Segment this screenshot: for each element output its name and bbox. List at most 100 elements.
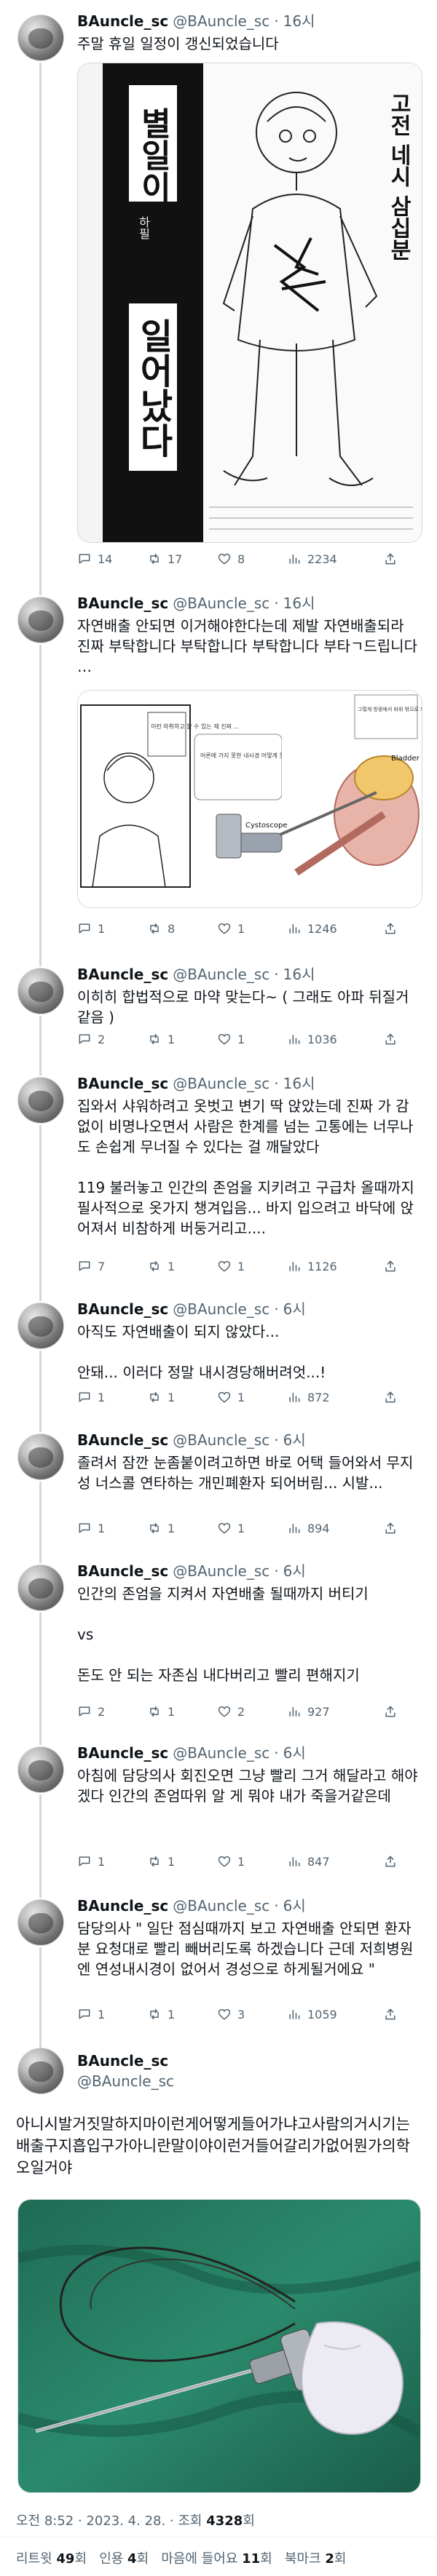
reply-count: 1 — [98, 1390, 106, 1404]
view-count: 1036 — [307, 1032, 337, 1046]
tweet-image[interactable]: 별일이 일어났다 하필 고전 네시 삼십분 — [77, 63, 422, 543]
retweet-button[interactable]: 1 — [147, 1032, 175, 1046]
like-button[interactable]: 1 — [217, 1854, 245, 1869]
avatar[interactable] — [17, 1303, 64, 1349]
tweet-2[interactable]: BAuncle_sc @BAuncle_sc · 16시 자연배출 안되면 이거해야한… — [0, 582, 437, 966]
author-name[interactable]: BAuncle_sc — [77, 1300, 168, 1318]
tweet-actions: 2 1 1 1036 — [77, 1032, 420, 1051]
author-name[interactable]: BAuncle_sc — [77, 1897, 168, 1915]
share-button[interactable] — [383, 2007, 398, 2022]
avatar[interactable] — [17, 1565, 64, 1611]
avatar[interactable] — [17, 2048, 64, 2094]
retweet-button[interactable]: 1 — [147, 1259, 175, 1273]
reply-button[interactable]: 1 — [77, 2007, 105, 2022]
avatar[interactable] — [17, 1434, 64, 1480]
tweet-header: BAuncle_sc @BAuncle_sc · 16시 — [77, 965, 315, 984]
tweet-time[interactable]: 16시 — [283, 966, 315, 983]
avatar[interactable] — [17, 1077, 64, 1124]
tweet-5[interactable]: BAuncle_sc @BAuncle_sc · 6시 아직도 자연배출이 되지 않았… — [0, 1288, 437, 1432]
author-name[interactable]: BAuncle_sc — [77, 1075, 168, 1092]
tweet-time[interactable]: 6시 — [283, 1300, 306, 1318]
tweet-time[interactable]: 16시 — [283, 1075, 315, 1092]
share-button[interactable] — [383, 1521, 398, 1535]
tweet-actions: 1 8 1 1246 — [77, 921, 420, 940]
tweet-time[interactable]: 6시 — [283, 1744, 306, 1762]
reply-button[interactable]: 1 — [77, 1521, 105, 1535]
reply-button[interactable]: 1 — [77, 1854, 105, 1869]
like-button[interactable]: 1 — [217, 1032, 245, 1046]
retweet-button[interactable]: 1 — [147, 1854, 175, 1869]
author-name[interactable]: BAuncle_sc — [77, 1431, 168, 1449]
endoscope-photo[interactable] — [17, 2199, 421, 2493]
like-button[interactable]: 1 — [217, 1521, 245, 1535]
dot-separator: · — [274, 1431, 279, 1449]
retweet-button[interactable]: 8 — [147, 921, 175, 936]
tweet-9[interactable]: BAuncle_sc @BAuncle_sc · 6시 담당의사 " 일단 점심때까지… — [0, 1885, 437, 2051]
avatar[interactable] — [17, 1899, 64, 1946]
tweet-3[interactable]: BAuncle_sc @BAuncle_sc · 16시 이히히 합법적으로 마약 맞… — [0, 953, 437, 1076]
reply-button[interactable]: 7 — [77, 1259, 105, 1273]
reply-button[interactable]: 1 — [77, 1390, 105, 1404]
share-button[interactable] — [383, 921, 398, 936]
reply-button[interactable]: 2 — [77, 1704, 105, 1719]
quotes-stat[interactable]: 인용 4회 — [99, 2551, 149, 2567]
views-button[interactable]: 927 — [287, 1704, 330, 1719]
author-name[interactable]: BAuncle_sc — [77, 966, 168, 983]
share-button[interactable] — [383, 1854, 398, 1869]
views-button[interactable]: 2234 — [287, 552, 337, 566]
reply-button[interactable]: 2 — [77, 1032, 105, 1046]
author-name[interactable]: BAuncle_sc — [77, 1744, 168, 1762]
retweets-stat[interactable]: 리트윗 49회 — [16, 2551, 87, 2567]
reply-count: 1 — [98, 1521, 106, 1535]
reply-button[interactable]: 14 — [77, 552, 112, 566]
author-name[interactable]: BAuncle_sc — [77, 1562, 168, 1580]
views-button[interactable]: 847 — [287, 1854, 330, 1869]
avatar[interactable] — [17, 597, 64, 643]
tweet-time[interactable]: 16시 — [283, 12, 315, 30]
retweet-button[interactable]: 1 — [147, 2007, 175, 2022]
retweet-button[interactable]: 1 — [147, 1704, 175, 1719]
share-button[interactable] — [383, 1704, 398, 1719]
views-button[interactable]: 894 — [287, 1521, 330, 1535]
tweet-7[interactable]: BAuncle_sc @BAuncle_sc · 6시 인간의 존엄을 지켜서 자연배… — [0, 1550, 437, 1745]
like-button[interactable]: 1 — [217, 1259, 245, 1273]
avatar[interactable] — [17, 15, 64, 61]
author-name[interactable]: BAuncle_sc — [77, 12, 168, 30]
tweet-8[interactable]: BAuncle_sc @BAuncle_sc · 6시 아침에 담당의사 회진오면 그… — [0, 1732, 437, 1898]
tweet-time[interactable]: 6시 — [283, 1431, 306, 1449]
share-button[interactable] — [383, 1032, 398, 1046]
avatar[interactable] — [17, 1746, 64, 1793]
retweet-button[interactable]: 1 — [147, 1521, 175, 1535]
share-button[interactable] — [383, 1390, 398, 1404]
like-button[interactable]: 8 — [217, 552, 245, 566]
tweet-4[interactable]: BAuncle_sc @BAuncle_sc · 16시 집와서 샤워하려고 옷벗고 … — [0, 1062, 437, 1301]
tweet-image[interactable]: 이런 마취하고 할 수 있는 제 진짜 ... 어른에 가지 못한 내시경 어떻… — [77, 690, 422, 908]
retweet-button[interactable]: 17 — [147, 552, 182, 566]
reply-button[interactable]: 1 — [77, 921, 105, 936]
retweets-label: 리트윗 — [16, 2551, 57, 2567]
main-tweet[interactable]: BAuncle_sc @BAuncle_sc 아니시발거짓말하지마이런게어떻게들… — [0, 2038, 437, 2576]
tweet-time[interactable]: 16시 — [283, 595, 315, 612]
views-button[interactable]: 1126 — [287, 1259, 337, 1273]
avatar[interactable] — [17, 968, 64, 1014]
views-button[interactable]: 872 — [287, 1390, 330, 1404]
views-button[interactable]: 1246 — [287, 921, 337, 936]
like-button[interactable]: 3 — [217, 2007, 245, 2022]
tweet-time[interactable]: 6시 — [283, 1562, 306, 1580]
tweet-6[interactable]: BAuncle_sc @BAuncle_sc · 6시 졸려서 잠깐 눈좀붙이려고하면… — [0, 1419, 437, 1563]
tweet-time[interactable]: 6시 — [283, 1897, 306, 1915]
tweet-1[interactable]: BAuncle_sc @BAuncle_sc · 16시 주말 휴일 일정이 갱신되었… — [0, 0, 437, 595]
share-button[interactable] — [383, 1259, 398, 1273]
like-button[interactable]: 1 — [217, 921, 245, 936]
author-name[interactable]: BAuncle_sc — [77, 2052, 168, 2070]
views-button[interactable]: 1036 — [287, 1032, 337, 1046]
likes-stat[interactable]: 마음에 들어요 11회 — [161, 2551, 272, 2567]
like-button[interactable]: 1 — [217, 1390, 245, 1404]
like-button[interactable]: 2 — [217, 1704, 245, 1719]
author-name[interactable]: BAuncle_sc — [77, 595, 168, 612]
retweet-button[interactable]: 1 — [147, 1390, 175, 1404]
bookmarks-stat[interactable]: 북마크 2회 — [285, 2551, 347, 2567]
share-button[interactable] — [383, 552, 398, 566]
reply-count: 2 — [98, 1032, 106, 1046]
views-button[interactable]: 1059 — [287, 2007, 337, 2022]
